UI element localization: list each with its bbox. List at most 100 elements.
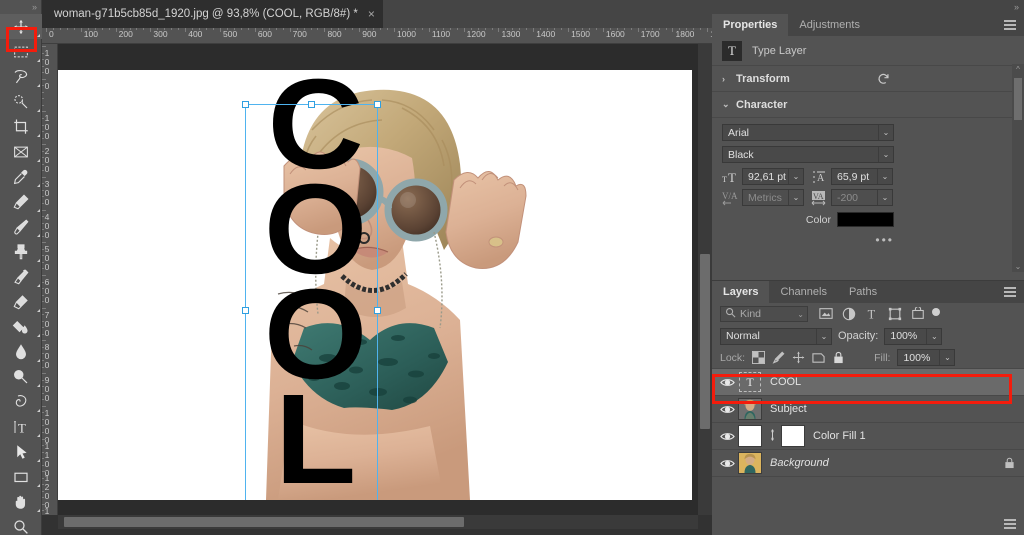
opacity-input[interactable]: 100% ⌄ (884, 327, 943, 345)
tab-layers[interactable]: Layers (712, 281, 770, 303)
hand-tool[interactable] (0, 489, 42, 514)
zoom-tool[interactable] (0, 514, 42, 535)
layer-row-color-fill-1[interactable]: Color Fill 1 (712, 423, 1024, 450)
gradient-tool[interactable] (0, 314, 42, 339)
horizontal-ruler[interactable]: 0 100 200 300 400 500 600 700 800 900 1000 1100 1200… (42, 28, 712, 44)
frame-tool[interactable] (0, 139, 42, 164)
blur-tool[interactable] (0, 339, 42, 364)
layer-mask-thumbnail[interactable] (781, 425, 805, 447)
layer-row-subject[interactable]: Subject (712, 396, 1024, 423)
reset-transform-icon[interactable] (877, 72, 891, 89)
chevron-down-icon[interactable]: ⌄ (877, 169, 892, 184)
tab-adjustments[interactable]: Adjustments (788, 14, 871, 36)
section-character[interactable]: ⌄ Character (712, 92, 1024, 118)
history-brush-tool[interactable] (0, 264, 42, 289)
lock-artboard-nesting-icon[interactable] (812, 351, 825, 364)
chevron-down-icon[interactable]: ⌄ (926, 328, 941, 344)
layer-kind-filter-select[interactable]: Kind ⌄ (720, 306, 808, 322)
scrollbar-thumb[interactable] (64, 517, 464, 527)
path-selection-tool[interactable] (0, 439, 42, 464)
tracking-input[interactable]: -200 ⌄ (831, 189, 893, 206)
document-tab[interactable]: woman-g71b5cb85d_1920.jpg @ 93,8% (COOL,… (42, 0, 383, 28)
blend-mode-select[interactable]: Normal ⌄ (720, 327, 832, 345)
chevron-up-icon[interactable]: ^ (1012, 64, 1024, 75)
chevron-down-icon[interactable]: ⌄ (816, 328, 831, 344)
fill-input[interactable]: 100% ⌄ (897, 349, 956, 366)
chevron-down-icon[interactable]: ⌄ (788, 169, 803, 184)
toolbar-collapse-icon[interactable]: » (0, 0, 41, 14)
tab-paths[interactable]: Paths (838, 281, 888, 303)
kerning-input[interactable]: Metrics ⌄ (742, 189, 804, 206)
pen-tool[interactable] (0, 389, 42, 414)
layer-thumbnail-fill[interactable] (738, 425, 762, 447)
lock-image-icon[interactable] (772, 351, 785, 364)
properties-panel-menu-icon[interactable] (1004, 20, 1016, 30)
layers-panel-menu-icon[interactable] (1004, 287, 1016, 297)
rectangle-tool[interactable] (0, 464, 42, 489)
filter-enable-toggle[interactable] (932, 308, 940, 316)
font-size-input[interactable]: 92,61 pt ⌄ (742, 168, 804, 185)
rectangular-select-tool[interactable] (0, 39, 42, 64)
chevron-down-icon[interactable]: ⌄ (797, 310, 804, 319)
visibility-toggle-icon[interactable] (716, 404, 738, 415)
visibility-toggle-icon[interactable] (716, 431, 738, 442)
chevron-down-icon[interactable]: ⌄ (788, 190, 803, 205)
visibility-toggle-icon[interactable] (716, 458, 738, 469)
font-family-select[interactable]: Arial ⌄ (722, 124, 894, 141)
chevron-down-icon[interactable]: ⌄ (878, 125, 893, 140)
layer-thumbnail-subject[interactable] (738, 398, 762, 420)
layer-thumbnail-type[interactable]: T (738, 371, 762, 393)
character-more-options-button[interactable]: ••• (722, 233, 894, 247)
lock-position-icon[interactable] (792, 351, 805, 364)
chevron-down-icon[interactable]: ⌄ (1012, 261, 1024, 272)
crop-tool[interactable] (0, 114, 42, 139)
scrollbar-thumb[interactable] (700, 254, 710, 429)
leading-input[interactable]: 65,9 pt ⌄ (831, 168, 893, 185)
close-icon[interactable]: × (368, 7, 375, 21)
lasso-tool[interactable] (0, 64, 42, 89)
layer-mask-link-icon[interactable] (768, 428, 777, 444)
lock-transparency-icon[interactable] (752, 351, 766, 364)
image-filter-icon[interactable] (819, 307, 833, 321)
shape-filter-icon[interactable] (888, 307, 902, 321)
artboard[interactable]: C O O L (58, 70, 692, 500)
panel-collapse-icon[interactable]: » (712, 0, 1024, 14)
canvas-viewport[interactable]: C O O L (58, 44, 698, 515)
section-transform[interactable]: › Transform (712, 66, 1024, 92)
layer-name[interactable]: COOL (770, 376, 801, 388)
dock-bottom-menu-icon[interactable] (1004, 519, 1016, 529)
move-tool[interactable] (0, 14, 42, 39)
smart-object-filter-icon[interactable] (911, 306, 925, 321)
text-color-swatch[interactable] (837, 212, 894, 227)
object-selection-tool[interactable] (0, 89, 42, 114)
layer-name[interactable]: Color Fill 1 (813, 430, 866, 442)
visibility-toggle-icon[interactable] (716, 377, 738, 388)
scrollbar-thumb[interactable] (1014, 78, 1022, 120)
lock-all-icon[interactable] (832, 351, 845, 364)
spot-healing-brush-tool[interactable] (0, 189, 42, 214)
eraser-tool[interactable] (0, 289, 42, 314)
chevron-down-icon[interactable]: ⌄ (878, 147, 893, 162)
type-tool[interactable]: T (0, 414, 42, 439)
tab-channels[interactable]: Channels (769, 281, 837, 303)
eyedropper-tool[interactable] (0, 164, 42, 189)
layer-name[interactable]: Background (770, 457, 829, 469)
clone-stamp-tool[interactable] (0, 239, 42, 264)
adjustment-filter-icon[interactable] (842, 307, 856, 321)
font-style-select[interactable]: Black ⌄ (722, 146, 894, 163)
canvas-vertical-scrollbar[interactable] (698, 44, 712, 515)
layer-name[interactable]: Subject (770, 403, 807, 415)
properties-scrollbar[interactable]: ^ (1012, 64, 1024, 272)
canvas-horizontal-scrollbar[interactable] (58, 515, 698, 529)
chevron-down-icon[interactable]: ⌄ (939, 350, 954, 365)
layer-row-background[interactable]: Background (712, 450, 1024, 477)
chevron-down-icon[interactable]: ⌄ (877, 190, 892, 205)
tab-properties[interactable]: Properties (712, 14, 789, 36)
layer-row-cool[interactable]: T COOL (712, 369, 1024, 396)
layer-thumbnail-background[interactable] (738, 452, 762, 474)
brush-tool[interactable] (0, 214, 42, 239)
vertical-ruler[interactable]: 100 0 100 200 300 400 500 600 700 800 900 1000 1100 1… (42, 44, 58, 515)
dodge-tool[interactable] (0, 364, 42, 389)
type-filter-icon[interactable]: T (865, 307, 879, 321)
cool-text-layer[interactable]: C O O L (245, 70, 380, 500)
